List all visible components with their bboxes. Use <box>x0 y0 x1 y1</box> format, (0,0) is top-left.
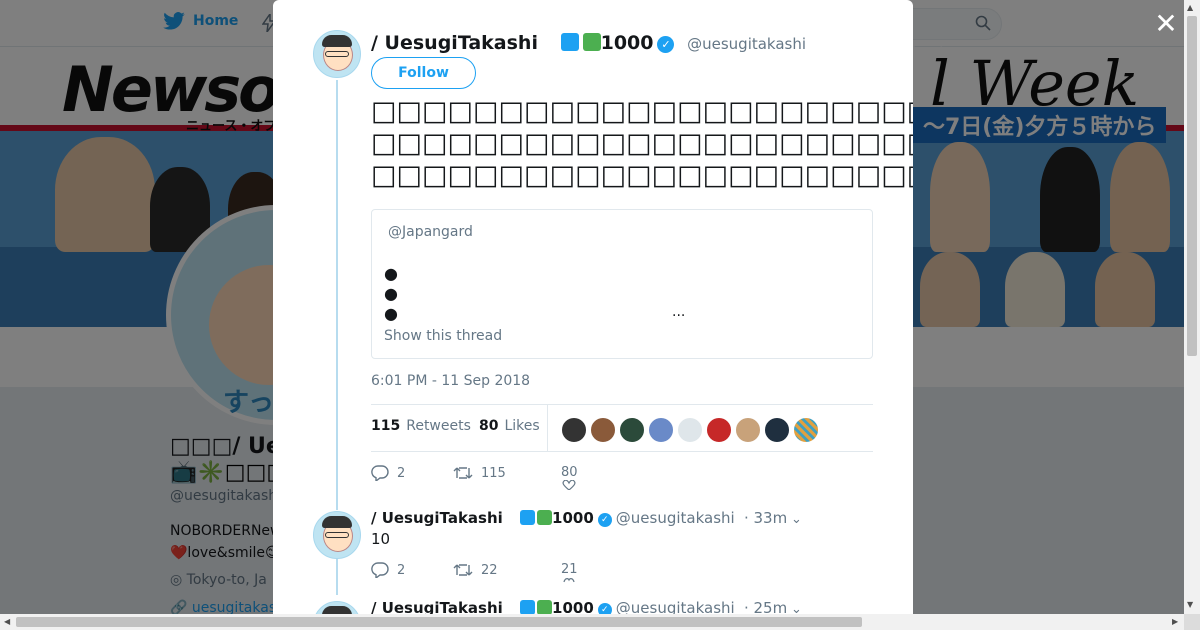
verified-badge-icon: ✓ <box>597 603 612 614</box>
quote-ellipsis: ... <box>672 304 686 320</box>
liker-avatar[interactable] <box>793 417 819 443</box>
scrollbar-thumb[interactable] <box>16 617 862 627</box>
reply-handle: @uesugitakashi <box>615 509 735 527</box>
chevron-down-icon[interactable]: ⌄ <box>791 512 802 527</box>
quoted-handle: @Japangard <box>388 224 473 240</box>
tv-emoji-icon <box>520 600 536 614</box>
retweet-button[interactable]: 22 <box>453 562 498 578</box>
like-button[interactable]: 80 <box>561 465 578 490</box>
tweet-modal: / UesugiTakashi 1000 ✓ @uesugitakashi Fol… <box>273 0 913 614</box>
likes-stat[interactable]: 80 Likes <box>479 418 540 434</box>
retweet-button[interactable]: 115 <box>453 465 506 481</box>
tweet-actions: 2 115 80 <box>371 465 671 490</box>
reply-actions: 2 22 21 <box>371 562 671 583</box>
scroll-right-arrow-icon[interactable]: ▶ <box>1172 617 1178 626</box>
reply-time[interactable]: · 25m <box>744 599 787 614</box>
like-icon <box>563 578 575 583</box>
like-icon <box>562 480 576 490</box>
liker-avatar[interactable] <box>764 417 790 443</box>
author-avatar[interactable] <box>313 30 361 78</box>
thread-line <box>336 555 338 595</box>
tweet-timestamp[interactable]: 6:01 PM - 11 Sep 2018 <box>371 373 530 389</box>
avatar-hair <box>322 35 352 47</box>
author-name[interactable]: / UesugiTakashi 1000 ✓ @uesugitakashi <box>371 32 806 54</box>
reply-button[interactable]: 2 <box>371 562 405 578</box>
avatar-hair <box>322 516 352 528</box>
author-handle: @uesugitakashi <box>687 35 807 53</box>
retweets-count: 115 <box>371 418 401 434</box>
reply-text: 10 <box>371 530 391 548</box>
scroll-left-arrow-icon[interactable]: ◀ <box>4 617 10 626</box>
reply-button[interactable]: 2 <box>371 465 405 481</box>
retweet-count: 22 <box>481 562 498 578</box>
stats-divider <box>547 405 548 451</box>
reply-count: 2 <box>397 465 406 481</box>
sparkle-emoji-icon <box>537 510 553 525</box>
glasses-icon <box>325 532 349 538</box>
liker-avatar[interactable] <box>590 417 616 443</box>
reply-icon <box>371 465 389 481</box>
reply-avatar[interactable] <box>313 511 361 559</box>
scroll-down-arrow-icon[interactable]: ▼ <box>1187 600 1193 609</box>
liker-avatar[interactable] <box>561 417 587 443</box>
glasses-icon <box>325 51 349 57</box>
reply-count: 2 <box>397 562 406 578</box>
reply-author-name: / UesugiTakashi <box>371 509 503 527</box>
vertical-scrollbar[interactable]: ▲ ▼ <box>1184 0 1200 614</box>
liker-avatar[interactable] <box>735 417 761 443</box>
retweet-icon <box>453 564 473 576</box>
show-thread-link[interactable]: Show this thread <box>384 328 502 344</box>
like-button[interactable]: 21 <box>561 562 578 583</box>
scrollbar-corner <box>1184 614 1200 630</box>
reply-icon <box>371 562 389 578</box>
liker-avatar[interactable] <box>619 417 645 443</box>
reply-author-name: / UesugiTakashi <box>371 599 503 614</box>
tweet-text: □□□□□□□□□□□□□□□□□□□□□ □□□□□□□□□□□□□□□□□ □… <box>371 96 913 191</box>
thread-line <box>336 80 338 510</box>
tv-emoji-icon <box>520 510 536 525</box>
reply-author[interactable]: / UesugiTakashi 1000 ✓ @uesugitakashi · 33… <box>371 509 787 527</box>
reply-avatar[interactable] <box>313 601 361 614</box>
scrollbar-thumb[interactable] <box>1187 16 1197 356</box>
sparkle-emoji-icon <box>537 600 553 614</box>
retweets-label: Retweets <box>406 418 471 434</box>
liker-avatar[interactable] <box>677 417 703 443</box>
quote-bullet: ● <box>384 304 398 323</box>
verified-badge-icon: ✓ <box>657 36 675 53</box>
quote-bullet: ● <box>384 284 398 303</box>
tweet-stats: 115 Retweets 80 Likes <box>371 404 873 452</box>
author-name-text: / UesugiTakashi <box>371 32 538 54</box>
author-name-suffix: 1000 <box>600 32 654 54</box>
quote-bullet: ● <box>384 264 398 283</box>
avatar-hair <box>322 606 352 614</box>
likes-label: Likes <box>504 418 540 434</box>
reply-time[interactable]: · 33m <box>744 509 787 527</box>
likes-count: 80 <box>479 418 499 434</box>
liker-avatar[interactable] <box>706 417 732 443</box>
retweet-count: 115 <box>481 465 506 481</box>
reply-author-suffix: 1000 <box>552 599 594 614</box>
like-count: 80 <box>561 465 578 480</box>
horizontal-scrollbar[interactable]: ◀ ▶ <box>0 614 1184 630</box>
close-icon[interactable]: ✕ <box>1152 10 1180 38</box>
retweet-icon <box>453 467 473 479</box>
reply-author[interactable]: / UesugiTakashi 1000 ✓ @uesugitakashi · 25… <box>371 599 787 614</box>
reply-handle: @uesugitakashi <box>615 599 735 614</box>
tv-emoji-icon <box>560 33 579 51</box>
quoted-tweet[interactable]: @Japangard ● ● ● ... Show this thread <box>371 209 873 359</box>
scroll-up-arrow-icon[interactable]: ▲ <box>1187 3 1193 12</box>
retweets-stat[interactable]: 115 Retweets <box>371 418 471 434</box>
liker-avatar[interactable] <box>648 417 674 443</box>
follow-button[interactable]: Follow <box>371 57 476 89</box>
chevron-down-icon[interactable]: ⌄ <box>791 602 802 614</box>
like-count: 21 <box>561 562 578 577</box>
verified-badge-icon: ✓ <box>597 513 612 527</box>
sparkle-emoji-icon <box>582 33 601 51</box>
reply-author-suffix: 1000 <box>552 509 594 527</box>
